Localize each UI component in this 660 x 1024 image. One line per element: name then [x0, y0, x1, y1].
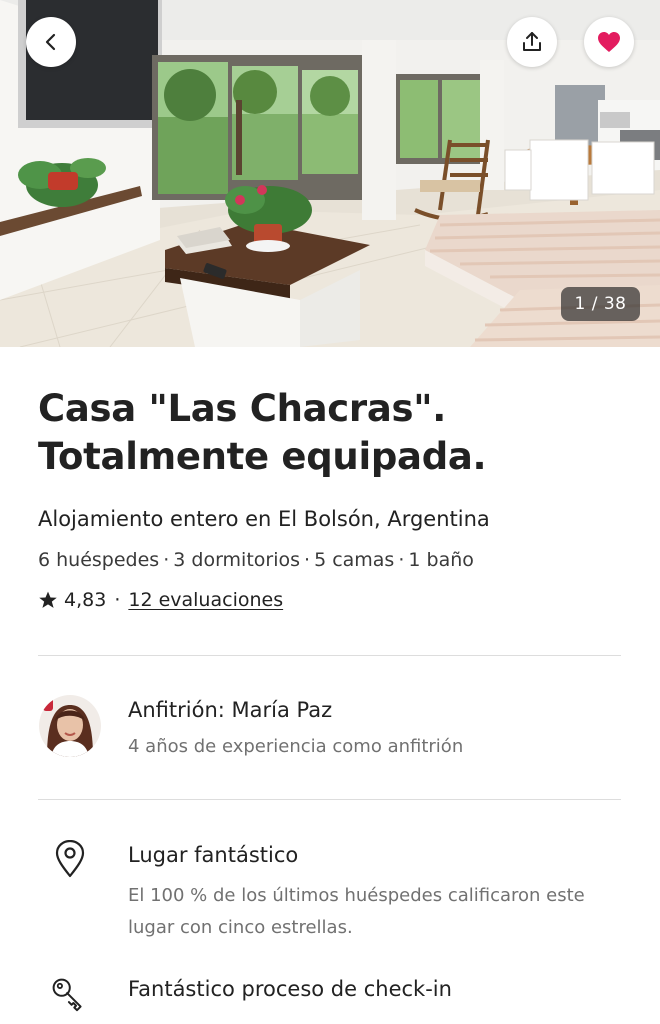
highlight-title: Fantástico proceso de check-in	[128, 977, 452, 1001]
share-icon	[523, 32, 541, 51]
listing-details: Casa "Las Chacras". Totalmente equipada.…	[0, 347, 660, 1024]
bathrooms-count: 1 baño	[408, 549, 474, 571]
divider	[38, 799, 621, 800]
beds-count: 5 camas	[314, 549, 395, 571]
favorite-button[interactable]	[584, 17, 634, 67]
reviews-link[interactable]: 12 evaluaciones	[128, 589, 283, 611]
chevron-left-icon	[45, 33, 56, 51]
location-pin-icon	[52, 840, 88, 880]
divider	[38, 655, 621, 656]
separator: ·	[163, 549, 170, 571]
host-experience: 4 años de experiencia como anfitrión	[128, 736, 464, 757]
guests-count: 6 huéspedes	[38, 549, 160, 571]
share-button[interactable]	[507, 17, 557, 67]
bedrooms-count: 3 dormitorios	[173, 549, 301, 571]
listing-capacity: 6 huéspedes · 3 dormitorios · 5 camas · 1 baño	[38, 549, 474, 571]
highlight-description: El 100 % de los últimos huéspedes califi…	[128, 885, 585, 938]
listing-photo[interactable]: 1 / 38	[0, 0, 660, 347]
listing-subtitle: Alojamiento entero en El Bolsón, Argenti…	[38, 507, 490, 531]
highlight-title: Lugar fantástico	[128, 843, 299, 867]
host-name: Anfitrión: María Paz	[128, 698, 333, 722]
key-icon	[50, 974, 86, 1014]
listing-title: Casa "Las Chacras". Totalmente equipada.	[38, 387, 487, 478]
rating-row: 4,83 · 12 evaluaciones	[38, 589, 283, 611]
photo-counter: 1 / 38	[561, 287, 640, 321]
back-button[interactable]	[26, 17, 76, 67]
heart-icon	[598, 32, 620, 52]
separator: ·	[114, 589, 121, 611]
avatar[interactable]	[39, 695, 101, 757]
separator: ·	[304, 549, 311, 571]
star-icon	[38, 590, 58, 610]
separator: ·	[398, 549, 405, 571]
rating-value: 4,83	[64, 589, 107, 611]
listing-page: 1 / 38 Casa "Las Chacras". Totalmente eq…	[0, 0, 660, 1024]
